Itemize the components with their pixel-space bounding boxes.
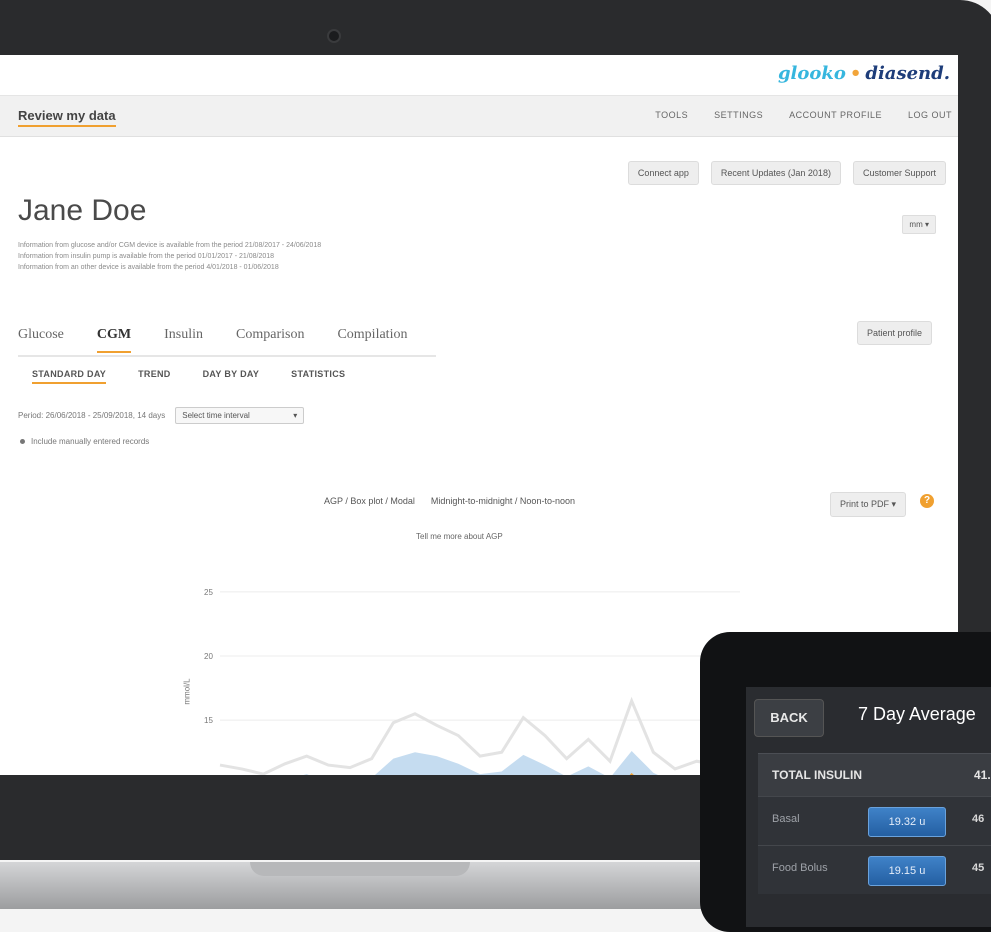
device-info-line: Information from glucose and/or CGM devi… [18,242,322,249]
period-row: Period: 26/06/2018 - 25/09/2018, 14 days… [18,407,305,424]
customer-support-button[interactable]: Customer Support [852,161,946,185]
tablet-device: BACK 7 Day Average TOTAL INSULIN 41.6 Ba… [700,632,991,932]
period-label: Period: 26/06/2018 - 25/09/2018, 14 days [18,411,166,420]
chevron-down-icon: ▾ [293,411,298,420]
units-select[interactable]: mm ▾ [902,215,936,234]
manual-records-label: Include manually entered records [31,437,150,446]
agp-info-link[interactable]: Tell me more about AGP [416,532,503,541]
basal-value[interactable]: 19.32 u [868,807,946,837]
patient-name: Jane Doe [18,194,147,227]
nav-link-settings[interactable]: SETTINGS [714,110,763,120]
total-insulin-label: TOTAL INSULIN [772,768,862,782]
nav-link-account-profile[interactable]: ACCOUNT PROFILE [789,110,882,120]
tablet-screen: BACK 7 Day Average TOTAL INSULIN 41.6 Ba… [746,687,991,927]
subtab-statistics[interactable]: STATISTICS [291,369,345,384]
basal-row: Basal 19.32 u 46 [758,796,991,845]
time-range-link[interactable]: Midnight-to-midnight / Noon-to-noon [431,496,575,506]
back-button[interactable]: BACK [754,699,824,737]
agp-view-link[interactable]: AGP / Box plot / Modal [324,496,415,506]
recent-updates-button[interactable]: Recent Updates (Jan 2018) [710,161,841,185]
agp-chart: 10152025 [204,588,741,775]
print-pdf-button[interactable]: Print to PDF ▾ [829,492,906,517]
y-tick-label: 15 [204,716,213,725]
main-tabs: Glucose CGM Insulin Comparison Compilati… [18,323,436,357]
nav-link-tools[interactable]: TOOLS [655,110,688,120]
device-info-line: Information from an other device is avai… [18,264,279,271]
top-navbar: Review my data TOOLS SETTINGS ACCOUNT PR… [0,96,958,137]
y-tick-label: 25 [204,588,213,597]
tab-insulin[interactable]: Insulin [164,323,203,355]
brand-bar: glooko • diasend. [0,55,958,96]
device-info-line: Information from insulin pump is availab… [18,253,275,260]
subtab-standard-day[interactable]: STANDARD DAY [32,369,107,384]
food-bolus-row: Food Bolus 19.15 u 45 [758,845,991,894]
page-title[interactable]: Review my data [18,108,116,127]
laptop-notch [250,862,470,876]
help-icon[interactable]: ? [920,494,934,508]
nav-links: TOOLS SETTINGS ACCOUNT PROFILE LOG OUT [655,110,952,120]
logo-separator: • [849,63,862,84]
connect-app-button[interactable]: Connect app [627,161,699,185]
tablet-title: 7 Day Average [858,704,976,724]
logo-glooko: glooko [777,63,846,84]
logo-diasend: diasend. [865,63,950,84]
chart-view-links: AGP / Box plot / Modal Midnight-to-midni… [324,496,575,506]
food-bolus-label: Food Bolus [772,862,828,874]
patient-profile-button[interactable]: Patient profile [856,321,932,345]
total-insulin-value: 41.6 [974,768,991,782]
subtab-trend[interactable]: TREND [138,369,171,384]
subtab-day-by-day[interactable]: DAY BY DAY [203,369,260,384]
nav-link-log-out[interactable]: LOG OUT [908,110,952,120]
checkbox-icon[interactable] [20,439,25,444]
tab-comparison[interactable]: Comparison [236,323,304,355]
p95-line [219,696,741,775]
basal-label: Basal [772,813,800,825]
tab-compilation[interactable]: Compilation [337,323,407,355]
y-tick-label: 20 [204,652,213,661]
device-info: Information from glucose and/or CGM devi… [18,240,458,273]
camera [327,29,341,43]
total-insulin-row: TOTAL INSULIN 41.6 [758,753,991,796]
manual-records-option[interactable]: Include manually entered records [20,437,149,446]
top-buttons: Connect app Recent Updates (Jan 2018) Cu… [627,161,946,185]
time-interval-select[interactable]: Select time interval ▾ [175,407,305,424]
time-interval-value: Select time interval [182,411,250,420]
tab-cgm[interactable]: CGM [96,323,132,353]
tab-glucose[interactable]: Glucose [18,323,64,355]
basal-percent: 46 [972,813,985,825]
food-bolus-percent: 45 [972,862,985,874]
subtabs: STANDARD DAY TREND DAY BY DAY STATISTICS [32,369,345,384]
food-bolus-value[interactable]: 19.15 u [868,856,946,886]
brand-logo: glooko • diasend. [778,63,950,84]
